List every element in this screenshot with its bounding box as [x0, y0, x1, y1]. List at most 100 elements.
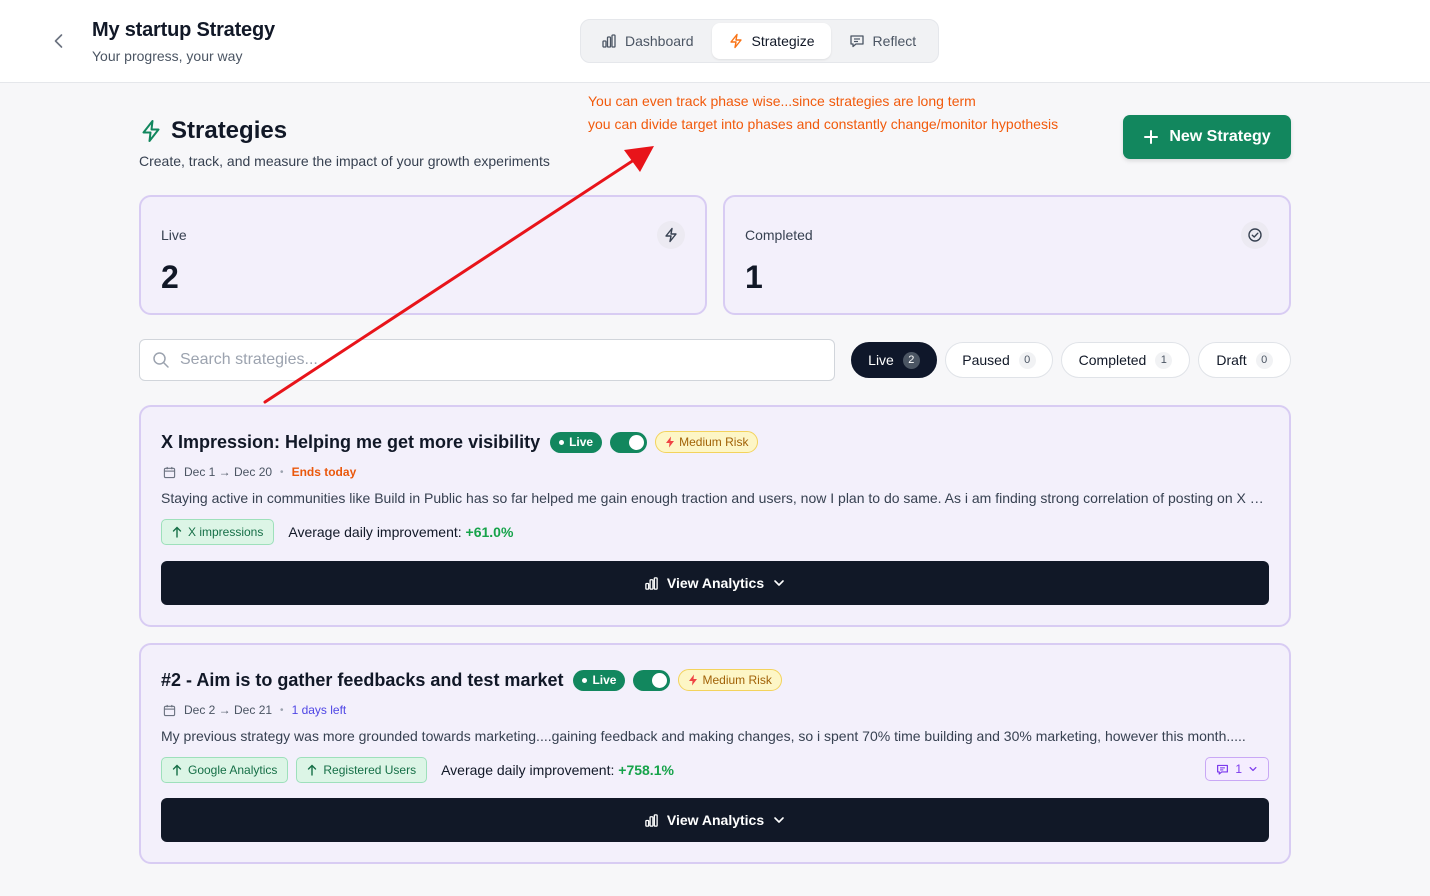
- plus-icon: [1144, 130, 1159, 144]
- status-dot: [559, 439, 565, 445]
- check-circle-icon: [1248, 228, 1262, 242]
- metrics-row: X impressions Average daily improvement:…: [161, 519, 513, 545]
- top-bar: My startup Strategy Your progress, your …: [0, 0, 1430, 83]
- risk-badge: Medium Risk: [678, 669, 782, 691]
- strategy-title[interactable]: #2 - Aim is to gather feedbacks and test…: [161, 670, 563, 691]
- deadline-label: Ends today: [291, 465, 357, 479]
- filter-completed[interactable]: Completed 1: [1061, 342, 1190, 378]
- tab-reflect-label: Reflect: [872, 33, 917, 49]
- strategy-toggle[interactable]: [633, 669, 671, 691]
- separator-dot: •: [280, 704, 284, 716]
- status-badge: Live: [550, 431, 603, 453]
- risk-badge: Medium Risk: [655, 431, 759, 453]
- avg-value: +61.0%: [465, 524, 514, 540]
- calendar-icon: [163, 466, 176, 478]
- strategy-toggle[interactable]: [610, 431, 648, 453]
- lightning-icon: [689, 674, 698, 686]
- toggle-knob: [629, 434, 645, 450]
- tab-strategize[interactable]: Strategize: [711, 23, 831, 59]
- message-icon: [1217, 764, 1229, 775]
- filter-paused[interactable]: Paused 0: [945, 342, 1053, 378]
- metrics-row: Google Analytics Registered Users Averag…: [161, 757, 674, 783]
- view-analytics-label: View Analytics: [666, 812, 765, 828]
- strategy-dates-row: Dec 1 → Dec 20 • Ends today: [163, 465, 356, 479]
- tab-dashboard[interactable]: Dashboard: [585, 23, 710, 59]
- search-icon: [153, 352, 169, 368]
- filter-label: Completed: [1078, 352, 1147, 368]
- toggle-knob: [652, 672, 668, 688]
- bar-chart-icon: [645, 813, 658, 827]
- avg-label: Average daily improvement:: [288, 524, 462, 540]
- bar-chart-icon: [645, 576, 658, 590]
- comments-count: 1: [1235, 762, 1242, 776]
- strategy-header: X Impression: Helping me get more visibi…: [161, 431, 759, 453]
- status-label: Live: [569, 435, 594, 449]
- message-icon: [849, 35, 864, 48]
- view-analytics-button[interactable]: View Analytics: [161, 561, 1269, 605]
- metric-label: Google Analytics: [188, 763, 278, 777]
- chevron-left-icon: [54, 34, 63, 48]
- annotation-line-1: You can even track phase wise...since st…: [588, 93, 976, 109]
- app-subtitle: Your progress, your way: [92, 48, 243, 64]
- page-subtitle: Create, track, and measure the impact of…: [139, 153, 550, 169]
- metric-tag[interactable]: X impressions: [161, 519, 275, 545]
- status-dot: [582, 677, 588, 683]
- deadline-label: 1 days left: [291, 703, 347, 717]
- filter-count: 1: [1155, 351, 1173, 369]
- app-title: My startup Strategy: [92, 19, 275, 41]
- chevron-down-icon: [774, 580, 784, 586]
- lightning-icon: [142, 120, 160, 142]
- filter-live[interactable]: Live 2: [851, 342, 937, 378]
- metric-label: X impressions: [188, 525, 264, 539]
- metric-label: Registered Users: [323, 763, 417, 777]
- search-input[interactable]: [180, 351, 800, 369]
- metric-tag[interactable]: Registered Users: [296, 757, 428, 783]
- strategy-dates-row: Dec 2 → Dec 21 • 1 days left: [163, 703, 346, 717]
- new-strategy-button[interactable]: New Strategy: [1123, 115, 1291, 159]
- chevron-down-icon: [1249, 766, 1257, 772]
- stat-value: 2: [161, 259, 179, 295]
- filter-count: 0: [1255, 351, 1273, 369]
- strategy-description: My previous strategy was more grounded t…: [161, 728, 1246, 744]
- filter-label: Paused: [962, 352, 1010, 368]
- search-bar: [139, 339, 835, 381]
- status-badge: Live: [573, 669, 626, 691]
- filter-count: 2: [902, 351, 920, 369]
- back-button[interactable]: [48, 30, 70, 52]
- new-strategy-label: New Strategy: [1169, 128, 1271, 145]
- filter-label: Draft: [1216, 352, 1247, 368]
- date-range: Dec 1 → Dec 20: [184, 465, 273, 479]
- tab-strategize-label: Strategize: [751, 33, 815, 49]
- comments-button[interactable]: 1: [1205, 757, 1269, 781]
- status-label: Live: [592, 673, 617, 687]
- risk-label: Medium Risk: [679, 435, 749, 449]
- avg-improvement: Average daily improvement: +61.0%: [288, 524, 513, 540]
- stat-label: Completed: [745, 227, 813, 243]
- annotation-arrowhead: [624, 146, 654, 172]
- strategy-title[interactable]: X Impression: Helping me get more visibi…: [161, 432, 540, 453]
- stat-card-live: Live 2: [139, 195, 707, 315]
- annotation-line-2: you can divide target into phases and co…: [588, 116, 1059, 132]
- tab-dashboard-label: Dashboard: [625, 33, 694, 49]
- date-range: Dec 2 → Dec 21: [184, 703, 273, 717]
- tab-reflect[interactable]: Reflect: [833, 23, 933, 59]
- chevron-down-icon: [774, 817, 784, 823]
- strategy-card: X Impression: Helping me get more visibi…: [139, 405, 1291, 627]
- bar-chart-icon: [602, 34, 616, 48]
- strategy-description: Staying active in communities like Build…: [161, 490, 1269, 506]
- page-title: Strategies: [171, 117, 288, 144]
- metric-tag[interactable]: Google Analytics: [161, 757, 289, 783]
- stat-label: Live: [161, 227, 187, 243]
- filter-count: 0: [1018, 351, 1036, 369]
- filter-draft[interactable]: Draft 0: [1198, 342, 1291, 378]
- risk-label: Medium Risk: [702, 673, 772, 687]
- lightning-icon: [665, 227, 677, 243]
- avg-label: Average daily improvement:: [441, 762, 615, 778]
- stat-icon-wrap: [1241, 221, 1269, 249]
- avg-improvement: Average daily improvement: +758.1%: [441, 762, 674, 778]
- arrow-up-icon: [308, 764, 317, 776]
- main-nav-tabs: Dashboard Strategize Reflect: [580, 19, 939, 63]
- separator-dot: •: [280, 466, 284, 478]
- stat-card-completed: Completed 1: [723, 195, 1291, 315]
- view-analytics-button[interactable]: View Analytics: [161, 798, 1269, 842]
